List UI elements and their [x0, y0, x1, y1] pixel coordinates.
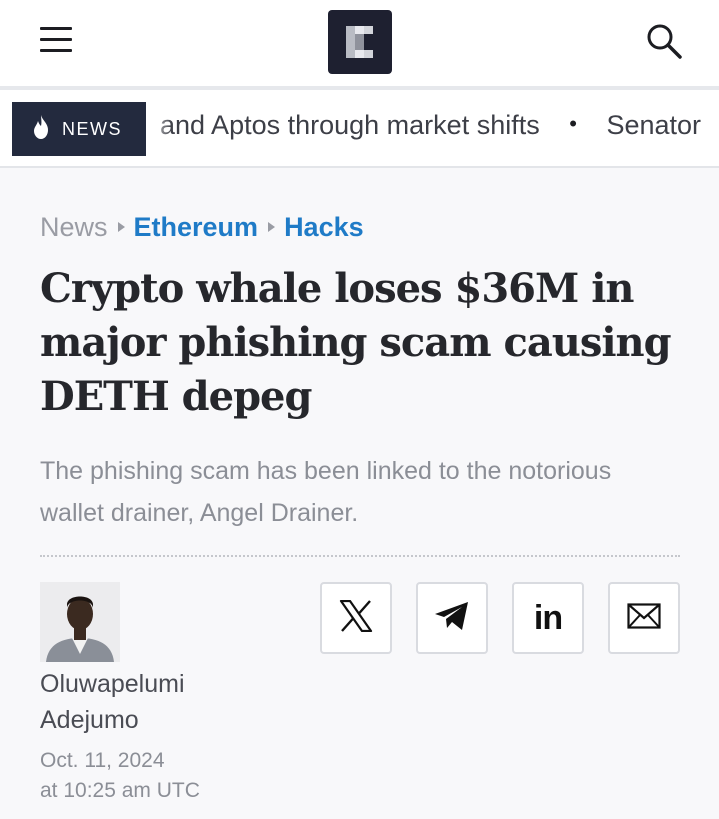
email-icon: [627, 602, 661, 634]
breadcrumb-hacks[interactable]: Hacks: [284, 212, 364, 242]
news-badge-label: NEWS: [62, 118, 122, 139]
author-avatar[interactable]: [40, 582, 120, 662]
share-email-button[interactable]: [608, 582, 680, 654]
breadcrumb-news[interactable]: News: [40, 212, 108, 242]
site-logo[interactable]: [328, 10, 392, 74]
dotted-divider: [40, 555, 680, 557]
breadcrumb-ethereum[interactable]: Ethereum: [134, 212, 259, 242]
telegram-icon: [434, 601, 470, 636]
ticker-item[interactable]: and Aptos through market shifts: [160, 110, 540, 140]
ticker-item[interactable]: Senator: [606, 110, 701, 140]
share-linkedin-button[interactable]: in: [512, 582, 584, 654]
news-ticker: NEWS and Aptos through market shifts • S…: [0, 90, 719, 168]
top-header: [0, 0, 719, 86]
hamburger-menu-icon[interactable]: [38, 24, 74, 56]
news-badge[interactable]: NEWS: [12, 102, 146, 156]
author-last-name: Adejumo: [40, 706, 139, 734]
author-name[interactable]: Oluwapelumi Adejumo: [40, 666, 185, 738]
flame-icon: [30, 114, 52, 145]
publish-date-day: Oct. 11, 2024: [40, 749, 165, 772]
ticker-fade: [146, 90, 172, 166]
publish-date: Oct. 11, 2024 at 10:25 am UTC: [40, 746, 200, 806]
article-title: Crypto whale loses $36M in major phishin…: [40, 265, 672, 420]
breadcrumb: News Ethereum Hacks: [40, 212, 364, 243]
article-subtitle: The phishing scam has been linked to the…: [40, 457, 612, 527]
breadcrumb-arrow-icon: [268, 222, 276, 232]
ticker-separator: •: [569, 111, 577, 136]
share-telegram-button[interactable]: [416, 582, 488, 654]
author-first-name: Oluwapelumi: [40, 670, 185, 698]
ticker-track: and Aptos through market shifts • Senato…: [160, 110, 701, 141]
linkedin-icon: in: [533, 598, 563, 637]
breadcrumb-arrow-icon: [117, 222, 125, 232]
share-x-button[interactable]: [320, 582, 392, 654]
x-icon: [339, 599, 373, 637]
publish-date-time: at 10:25 am UTC: [40, 779, 200, 802]
search-icon[interactable]: [643, 20, 687, 64]
